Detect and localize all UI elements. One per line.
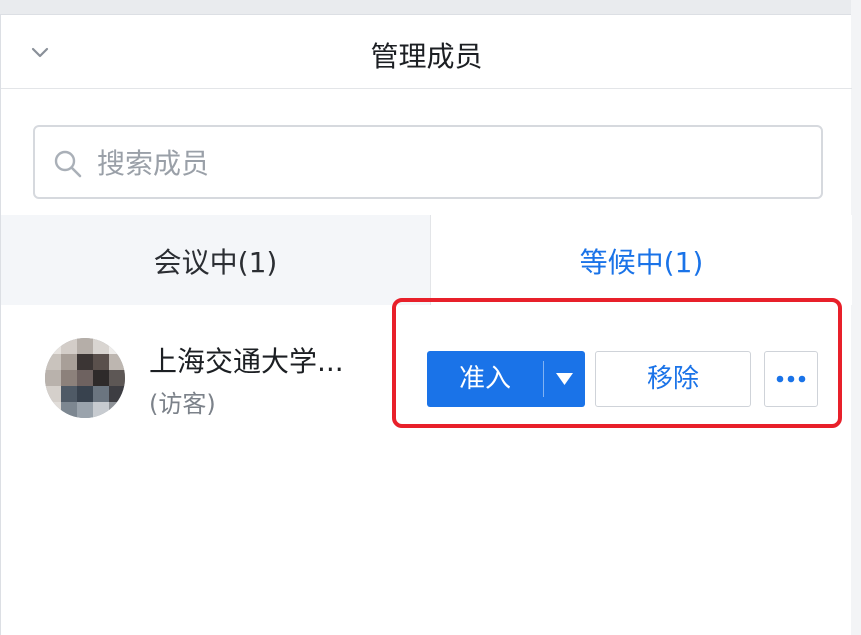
more-button[interactable]: [764, 351, 818, 407]
list-item: 上海交通大学... (访客) 准入 移除: [1, 320, 852, 430]
remove-button[interactable]: 移除: [595, 351, 751, 407]
more-icon: [765, 375, 817, 410]
admit-dropdown-button[interactable]: [544, 351, 585, 407]
admit-split-button: 准入: [427, 351, 585, 407]
tab-waiting[interactable]: 等候中(1): [431, 215, 852, 305]
search-icon: [53, 149, 83, 179]
manage-members-panel: 管理成员 会议中(1) 等候中(1): [0, 14, 852, 635]
search-box[interactable]: [33, 125, 823, 199]
tab-in-meeting[interactable]: 会议中(1): [1, 215, 431, 305]
member-tabs: 会议中(1) 等候中(1): [1, 215, 852, 305]
caret-down-icon: [544, 373, 585, 411]
avatar: [45, 338, 125, 418]
member-name: 上海交通大学...: [149, 345, 344, 378]
member-role: (访客): [149, 390, 216, 418]
window-edge: [851, 0, 861, 635]
panel-title: 管理成员: [370, 40, 483, 73]
admit-button[interactable]: 准入: [427, 351, 543, 407]
search-input[interactable]: [95, 141, 799, 185]
panel-header: 管理成员: [1, 15, 852, 89]
